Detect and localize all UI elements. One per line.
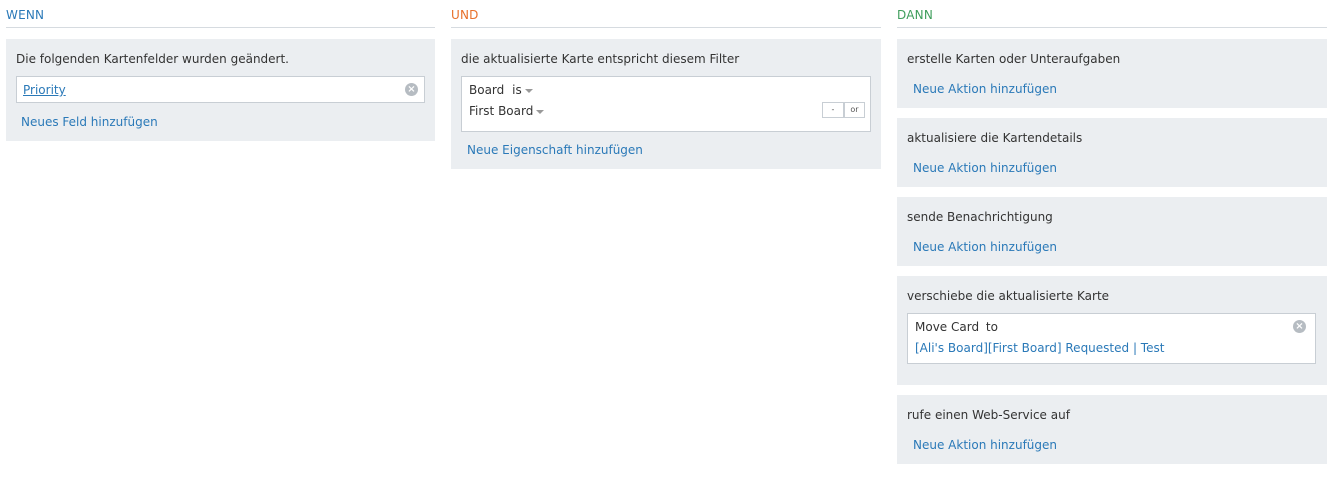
filter-value: First Board [469, 104, 534, 118]
chevron-down-icon [536, 109, 545, 114]
then-section-create-cards: erstelle Karten oder Unteraufgaben Neue … [897, 39, 1327, 108]
when-panel-title: Die folgenden Kartenfelder wurden geände… [16, 52, 289, 66]
then-column: DANN erstelle Karten oder Unteraufgaben … [897, 0, 1327, 464]
remove-action-icon[interactable]: × [1293, 320, 1306, 333]
section-title: verschiebe die aktualisierte Karte [907, 289, 1110, 303]
add-action-link[interactable]: Neue Aktion hinzufügen [913, 161, 1057, 175]
filter-value-dropdown[interactable]: First Board [469, 104, 545, 118]
changed-field-box[interactable]: Priority × [16, 76, 425, 103]
then-section-move-card: verschiebe die aktualisierte Karte Move … [897, 276, 1327, 385]
add-action-link[interactable]: Neue Aktion hinzufügen [913, 82, 1057, 96]
add-property-link[interactable]: Neue Eigenschaft hinzufügen [467, 143, 643, 157]
and-column: UND die aktualisierte Karte entspricht d… [451, 0, 881, 169]
changed-field-link[interactable]: Priority [23, 83, 66, 97]
filter-or-button[interactable]: or [844, 102, 865, 118]
filter-operator: is [512, 83, 522, 97]
section-title: aktualisiere die Kartendetails [907, 131, 1083, 145]
then-section-update-card: aktualisiere die Kartendetails Neue Akti… [897, 118, 1327, 187]
filter-property: Board [469, 83, 505, 97]
and-panel: die aktualisierte Karte entspricht diese… [451, 39, 881, 169]
then-heading: DANN [897, 0, 1327, 28]
then-section-send-notification: sende Benachrichtigung Neue Aktion hinzu… [897, 197, 1327, 266]
section-title: erstelle Karten oder Unteraufgaben [907, 52, 1121, 66]
add-action-link[interactable]: Neue Aktion hinzufügen [913, 438, 1057, 452]
section-title: sende Benachrichtigung [907, 210, 1053, 224]
filter-remove-button[interactable]: - [822, 102, 844, 118]
add-action-link[interactable]: Neue Aktion hinzufügen [913, 240, 1057, 254]
when-heading: WENN [6, 0, 435, 28]
move-card-row: Move Card to [915, 320, 998, 334]
then-section-call-webservice: rufe einen Web-Service auf Neue Aktion h… [897, 395, 1327, 464]
chevron-down-icon [524, 88, 533, 93]
when-panel: Die folgenden Kartenfelder wurden geände… [6, 39, 435, 141]
clear-field-icon[interactable]: × [405, 83, 418, 96]
filter-operator-dropdown[interactable]: is [512, 83, 533, 97]
move-card-action-box: Move Card to [Ali's Board][First Board] … [907, 313, 1316, 364]
add-field-link[interactable]: Neues Feld hinzufügen [21, 115, 158, 129]
filter-box: Board is First Board - or [461, 76, 871, 132]
move-card-to-label: to [985, 320, 998, 334]
move-card-target-link[interactable]: [Ali's Board][First Board] Requested | T… [915, 341, 1164, 355]
move-card-label: Move Card [915, 320, 980, 334]
filter-property-row: Board is [469, 83, 533, 97]
when-column: WENN Die folgenden Kartenfelder wurden g… [6, 0, 435, 141]
and-panel-title: die aktualisierte Karte entspricht diese… [461, 52, 740, 66]
and-heading: UND [451, 0, 881, 28]
section-title: rufe einen Web-Service auf [907, 408, 1070, 422]
